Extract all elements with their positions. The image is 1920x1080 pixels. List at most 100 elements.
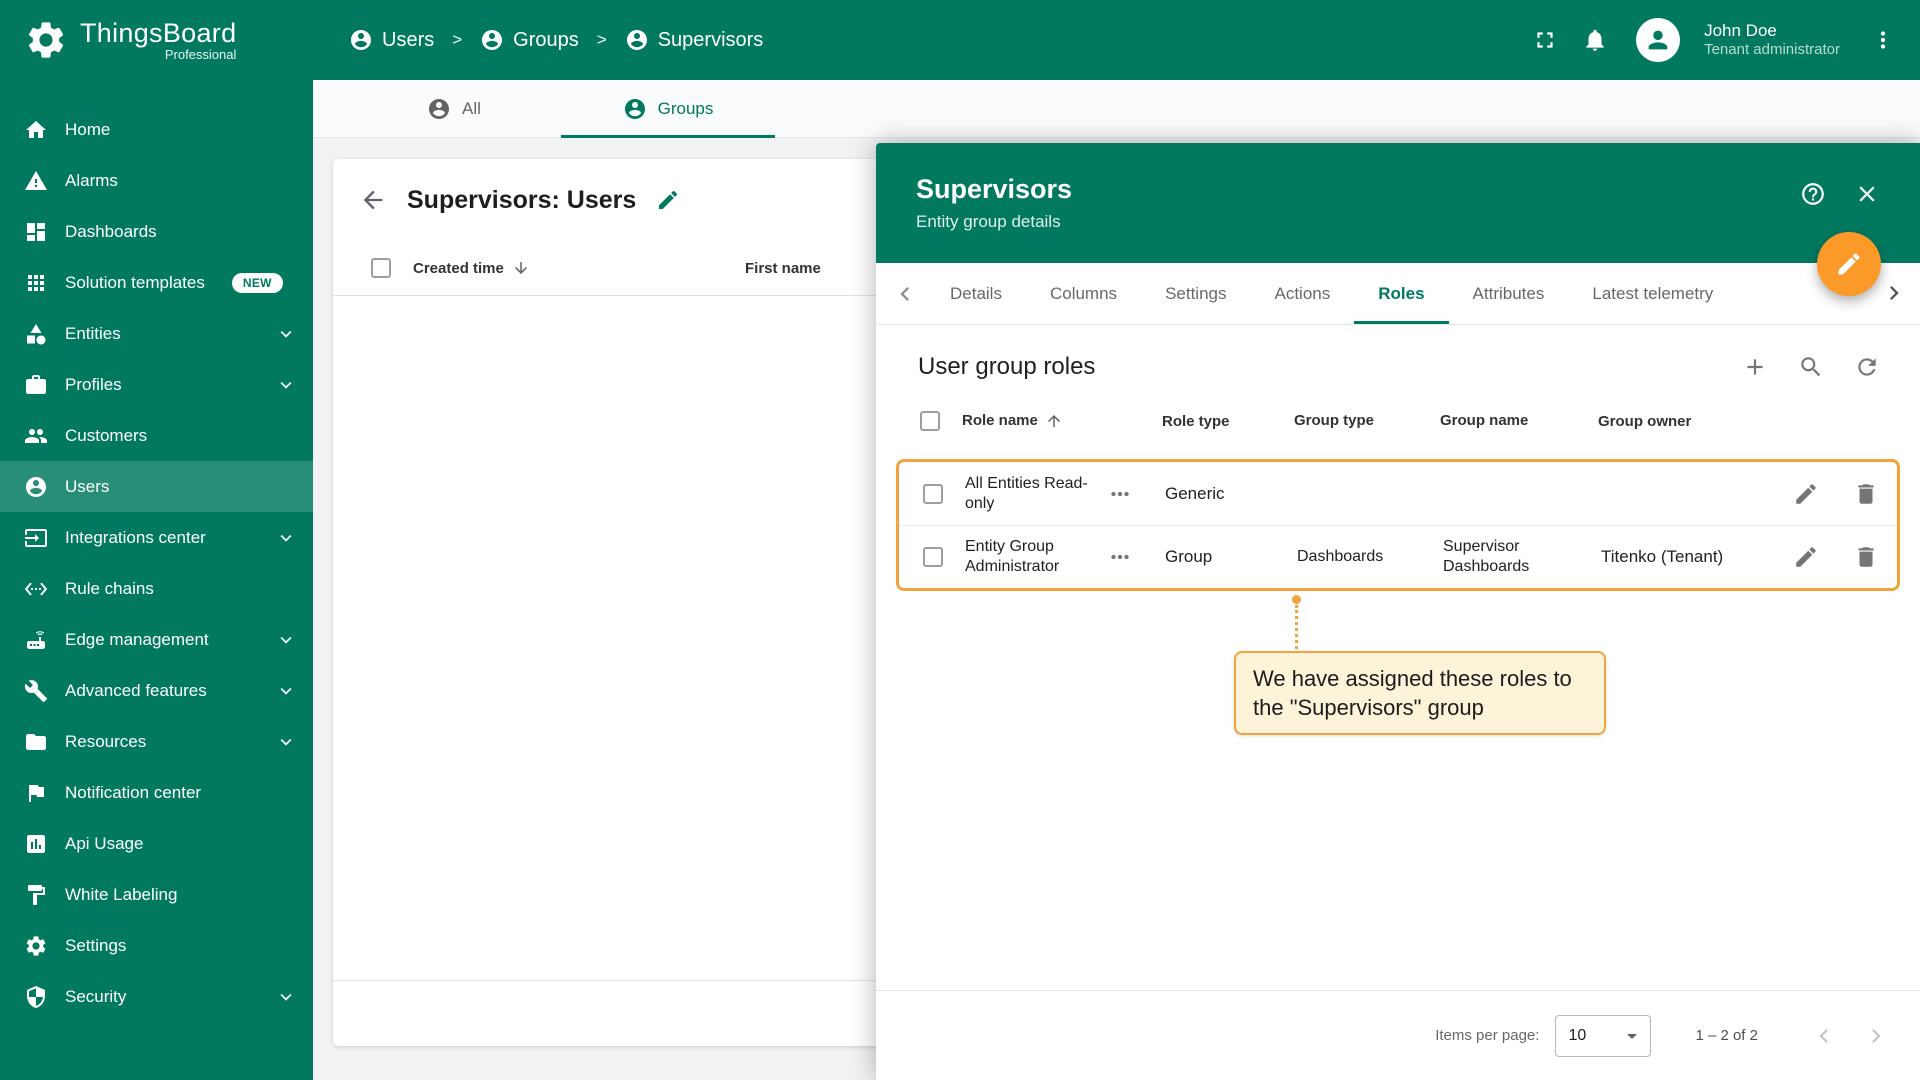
role-row-all-entities[interactable]: All Entities Read-only Generic (899, 462, 1897, 525)
edit-role-button[interactable] (1793, 481, 1819, 507)
column-group-type[interactable]: Group type (1294, 412, 1440, 431)
column-label: Group owner (1598, 412, 1692, 430)
sidebar-item-label: Edge management (65, 629, 209, 649)
more-horiz-icon (1107, 481, 1133, 507)
select-all-checkbox[interactable] (920, 411, 940, 431)
pencil-icon (1835, 250, 1863, 278)
sidebar-item-profiles[interactable]: Profiles (0, 359, 313, 410)
sidebar-item-label: Users (65, 476, 110, 496)
refresh-button[interactable] (1854, 354, 1880, 380)
tab-label: Settings (1165, 283, 1227, 303)
add-role-button[interactable] (1742, 354, 1768, 380)
trash-icon (1853, 544, 1879, 570)
row-checkbox[interactable] (923, 483, 943, 504)
role-row-entity-group-admin[interactable]: Entity Group Administrator Group Dashboa… (899, 525, 1897, 588)
role-name-cell: All Entities Read-only (965, 474, 1088, 512)
app-title: ThingsBoard (80, 17, 237, 48)
sidebar-item-label: Advanced features (65, 680, 207, 700)
items-per-page-select[interactable]: 10 (1555, 1014, 1652, 1057)
chevron-down-icon (275, 986, 297, 1008)
delete-role-button[interactable] (1853, 481, 1879, 507)
security-shield-icon (24, 985, 48, 1009)
pencil-icon (1793, 544, 1819, 570)
sidebar-item-label: Solution templates (65, 272, 205, 292)
sidebar-item-api-usage[interactable]: Api Usage (0, 818, 313, 869)
page-range: 1 – 2 of 2 (1695, 1027, 1758, 1044)
sidebar-item-security[interactable]: Security (0, 971, 313, 1022)
person-icon (625, 28, 649, 52)
tab-latest-telemetry[interactable]: Latest telemetry (1568, 263, 1737, 324)
customers-icon (24, 424, 48, 448)
edit-title-button[interactable] (656, 188, 680, 212)
prev-page-button[interactable] (1810, 1022, 1838, 1050)
sidebar-item-entities[interactable]: Entities (0, 308, 313, 359)
breadcrumb-label: Groups (513, 28, 579, 51)
sidebar-item-resources[interactable]: Resources (0, 716, 313, 767)
breadcrumb-groups[interactable]: Groups (480, 28, 579, 52)
alarms-icon (24, 169, 48, 193)
sidebar-item-customers[interactable]: Customers (0, 410, 313, 461)
bell-icon (1582, 27, 1608, 53)
back-button[interactable] (359, 186, 387, 214)
column-role-type[interactable]: Role type (1162, 413, 1294, 430)
tab-all[interactable]: All (347, 80, 561, 137)
roles-highlight-box: All Entities Read-only Generic Entity Gr… (896, 459, 1900, 591)
fullscreen-button[interactable] (1532, 27, 1558, 53)
person-icon (623, 97, 647, 121)
tab-attributes[interactable]: Attributes (1449, 263, 1569, 324)
delete-role-button[interactable] (1853, 544, 1879, 570)
tab-settings[interactable]: Settings (1141, 263, 1250, 324)
user-role: Tenant administrator (1704, 41, 1840, 59)
edit-role-button[interactable] (1793, 544, 1819, 570)
column-group-owner[interactable]: Group owner (1598, 413, 1788, 430)
breadcrumb-separator: > (596, 30, 607, 49)
api-usage-icon (24, 832, 48, 856)
logo[interactable]: ThingsBoard Professional (0, 0, 313, 80)
sidebar-item-edge-management[interactable]: Edge management (0, 614, 313, 665)
entity-tabs: All Groups (313, 80, 1920, 138)
role-name-cell: Entity Group Administrator (965, 538, 1060, 575)
row-menu-button[interactable] (1107, 544, 1133, 570)
sidebar-item-white-labeling[interactable]: White Labeling (0, 869, 313, 920)
sidebar-item-users[interactable]: Users (0, 461, 313, 512)
close-drawer-button[interactable] (1854, 181, 1880, 207)
column-role-name[interactable]: Role name (962, 412, 1100, 431)
help-button[interactable] (1800, 181, 1826, 207)
search-button[interactable] (1798, 354, 1824, 380)
next-page-button[interactable] (1862, 1022, 1890, 1050)
row-checkbox[interactable] (923, 547, 943, 567)
column-group-name[interactable]: Group name (1440, 412, 1598, 431)
tab-details[interactable]: Details (926, 263, 1026, 324)
tab-actions[interactable]: Actions (1251, 263, 1355, 324)
tab-columns[interactable]: Columns (1026, 263, 1141, 324)
chevron-right-icon (1880, 279, 1908, 307)
user-menu-button[interactable] (1870, 27, 1896, 53)
breadcrumb-supervisors[interactable]: Supervisors (625, 28, 763, 52)
avatar[interactable] (1636, 18, 1681, 62)
sidebar-item-label: Home (65, 119, 111, 139)
notifications-button[interactable] (1582, 27, 1608, 53)
sidebar-item-notification-center[interactable]: Notification center (0, 767, 313, 818)
new-badge: NEW (231, 272, 283, 293)
column-first-name[interactable]: First name (745, 260, 821, 277)
sidebar-item-integrations-center[interactable]: Integrations center (0, 512, 313, 563)
fullscreen-icon (1532, 27, 1558, 53)
sidebar-item-solution-templates[interactable]: Solution templates NEW (0, 257, 313, 308)
sidebar-item-rule-chains[interactable]: Rule chains (0, 563, 313, 614)
sidebar-item-advanced-features[interactable]: Advanced features (0, 665, 313, 716)
edit-fab[interactable] (1817, 232, 1881, 296)
tabs-scroll-left-button[interactable] (884, 263, 926, 324)
breadcrumb-users[interactable]: Users (349, 28, 434, 52)
sidebar-item-home[interactable]: Home (0, 104, 313, 155)
drawer-tabs: Details Columns Settings Actions Roles A… (876, 263, 1920, 325)
tab-groups[interactable]: Groups (561, 80, 775, 138)
row-menu-button[interactable] (1107, 481, 1133, 507)
tab-roles[interactable]: Roles (1354, 263, 1449, 324)
sidebar-item-label: Resources (65, 731, 147, 751)
breadcrumb-label: Users (382, 28, 435, 51)
sidebar-item-dashboards[interactable]: Dashboards (0, 206, 313, 257)
sidebar-item-alarms[interactable]: Alarms (0, 155, 313, 206)
select-all-checkbox[interactable] (371, 258, 391, 278)
column-created-time[interactable]: Created time (413, 259, 723, 277)
sidebar-item-settings[interactable]: Settings (0, 920, 313, 971)
